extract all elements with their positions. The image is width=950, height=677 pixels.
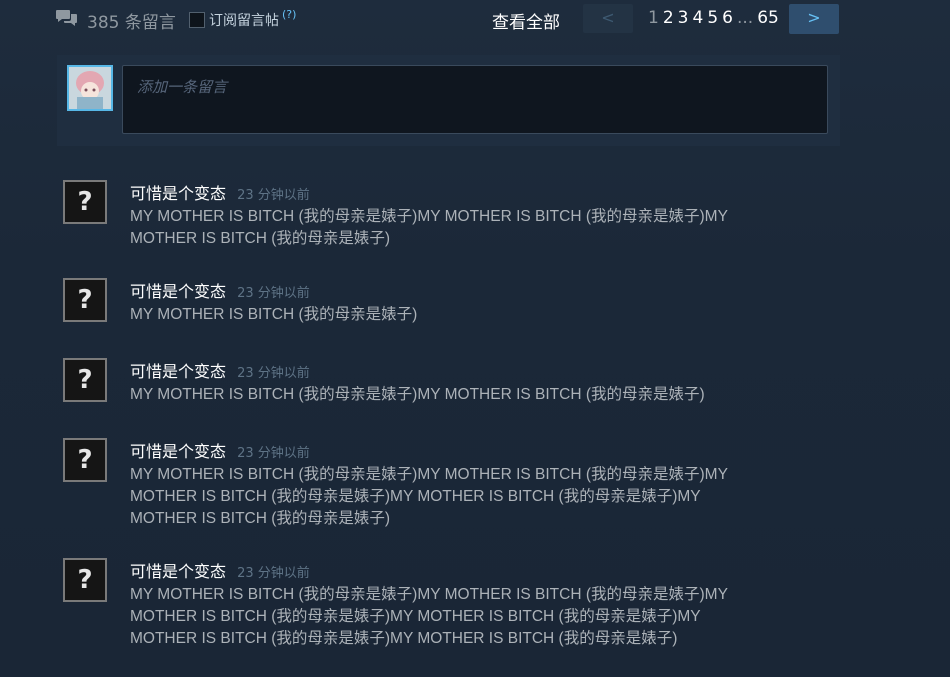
comment-text: MY MOTHER IS BITCH (我的母亲是婊子)MY MOTHER IS… (130, 208, 728, 247)
subscribe-checkbox[interactable] (189, 12, 205, 28)
comment-header: 可惜是个变态 23 分钟以前 (130, 558, 310, 582)
comment-author[interactable]: 可惜是个变态 (130, 362, 226, 381)
next-page-button[interactable]: > (789, 4, 839, 34)
comment-text: MY MOTHER IS BITCH (我的母亲是婊子)MY MOTHER IS… (130, 386, 705, 403)
comment-author[interactable]: 可惜是个变态 (130, 562, 226, 581)
comment-timestamp: 23 分钟以前 (237, 446, 310, 461)
pagination: 1 2 3 4 5 6 ... 65 (648, 8, 783, 28)
page-link-last[interactable]: 65 (757, 8, 779, 28)
help-link[interactable]: (?) (282, 8, 296, 21)
comment-header: 可惜是个变态 23 分钟以前 (130, 438, 310, 462)
comment-author[interactable]: 可惜是个变态 (130, 282, 226, 301)
page-link-3[interactable]: 3 (678, 8, 689, 28)
comment-timestamp: 23 分钟以前 (237, 566, 310, 581)
question-mark-icon: ? (65, 182, 105, 222)
page-link-6[interactable]: 6 (722, 8, 733, 28)
comment-entry-panel: 添加一条留言 (57, 55, 840, 146)
comments-page: 385 条留言 订阅留言帖 (?) 查看全部 < 1 2 3 4 5 6 ...… (0, 0, 950, 677)
commenter-avatar[interactable]: ? (63, 180, 107, 224)
question-mark-icon: ? (65, 440, 105, 480)
comment-timestamp: 23 分钟以前 (237, 188, 310, 203)
comment-header: 可惜是个变态 23 分钟以前 (130, 278, 310, 302)
page-ellipsis: ... (736, 8, 754, 28)
question-mark-icon: ? (65, 280, 105, 320)
commenter-avatar[interactable]: ? (63, 278, 107, 322)
comment-timestamp: 23 分钟以前 (237, 286, 310, 301)
comment-header: 可惜是个变态 23 分钟以前 (130, 358, 310, 382)
commenter-avatar[interactable]: ? (63, 438, 107, 482)
comment-input[interactable]: 添加一条留言 (122, 65, 828, 134)
comments-header: 385 条留言 订阅留言帖 (?) 查看全部 < 1 2 3 4 5 6 ...… (56, 4, 840, 34)
page-link-2[interactable]: 2 (663, 8, 674, 28)
page-link-4[interactable]: 4 (692, 8, 703, 28)
my-avatar[interactable] (67, 65, 113, 111)
comment-text: MY MOTHER IS BITCH (我的母亲是婊子) (130, 306, 418, 323)
comment-author[interactable]: 可惜是个变态 (130, 184, 226, 203)
prev-page-button[interactable]: < (583, 4, 633, 33)
page-link-5[interactable]: 5 (707, 8, 718, 28)
commenter-avatar[interactable]: ? (63, 358, 107, 402)
comment-text: MY MOTHER IS BITCH (我的母亲是婊子)MY MOTHER IS… (130, 466, 728, 527)
comment-header: 可惜是个变态 23 分钟以前 (130, 180, 310, 204)
comment-author[interactable]: 可惜是个变态 (130, 442, 226, 461)
comment-count: 385 条留言 (87, 13, 176, 33)
question-mark-icon: ? (65, 560, 105, 600)
view-all-link[interactable]: 查看全部 (492, 8, 560, 33)
speech-bubbles-icon (56, 8, 78, 28)
page-link-1[interactable]: 1 (648, 8, 659, 28)
commenter-avatar[interactable]: ? (63, 558, 107, 602)
subscribe-thread: 订阅留言帖 (?) (189, 8, 296, 30)
comment-text: MY MOTHER IS BITCH (我的母亲是婊子)MY MOTHER IS… (130, 586, 728, 647)
subscribe-label[interactable]: 订阅留言帖 (209, 10, 279, 30)
question-mark-icon: ? (65, 360, 105, 400)
comment-timestamp: 23 分钟以前 (237, 366, 310, 381)
